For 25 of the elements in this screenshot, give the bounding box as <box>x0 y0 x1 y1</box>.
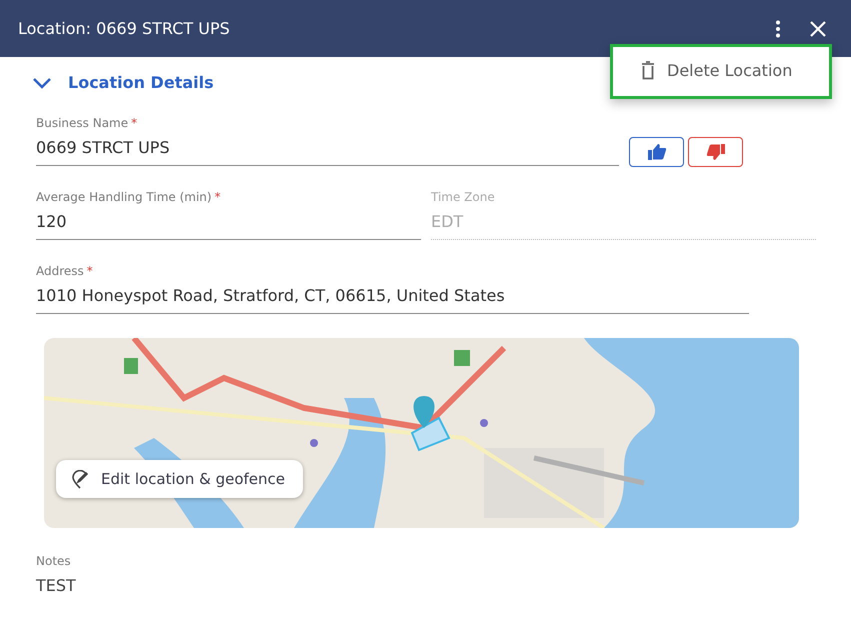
window-title: Location: 0669 STRCT UPS <box>18 19 230 38</box>
thumbs-down-button[interactable] <box>688 137 743 167</box>
input-field[interactable]: 120 <box>36 212 421 240</box>
thumbs-up-button[interactable] <box>629 137 684 167</box>
field-label: Average Handling Time (min) * <box>36 190 222 204</box>
thumbs-down-icon <box>706 144 724 160</box>
input-field[interactable]: 0669 STRCT UPS <box>36 138 619 166</box>
field-label: Time Zone <box>431 190 496 204</box>
edit-location-button[interactable]: Edit location & geofence <box>56 460 303 498</box>
thumbs-up-icon <box>648 144 666 160</box>
pencil-pin-icon <box>72 470 89 488</box>
chevron-icon <box>32 76 52 88</box>
field-label: Address * <box>36 264 94 278</box>
notes-text: TEST <box>36 576 77 595</box>
field-label: Notes <box>36 554 72 568</box>
delete-location-menu-item[interactable]: Delete Location <box>613 47 829 80</box>
more-options-icon[interactable] <box>775 20 781 38</box>
input-field[interactable]: 1010 Honeyspot Road, Stratford, CT, 06615, United States <box>36 286 749 314</box>
trash-icon <box>641 61 655 80</box>
field-label: Business Name * <box>36 116 138 130</box>
required-asterisk: * <box>131 116 138 130</box>
required-asterisk: * <box>86 264 93 278</box>
required-asterisk: * <box>214 190 221 204</box>
section-header[interactable]: Location Details <box>32 73 214 92</box>
close-icon[interactable] <box>809 20 827 38</box>
